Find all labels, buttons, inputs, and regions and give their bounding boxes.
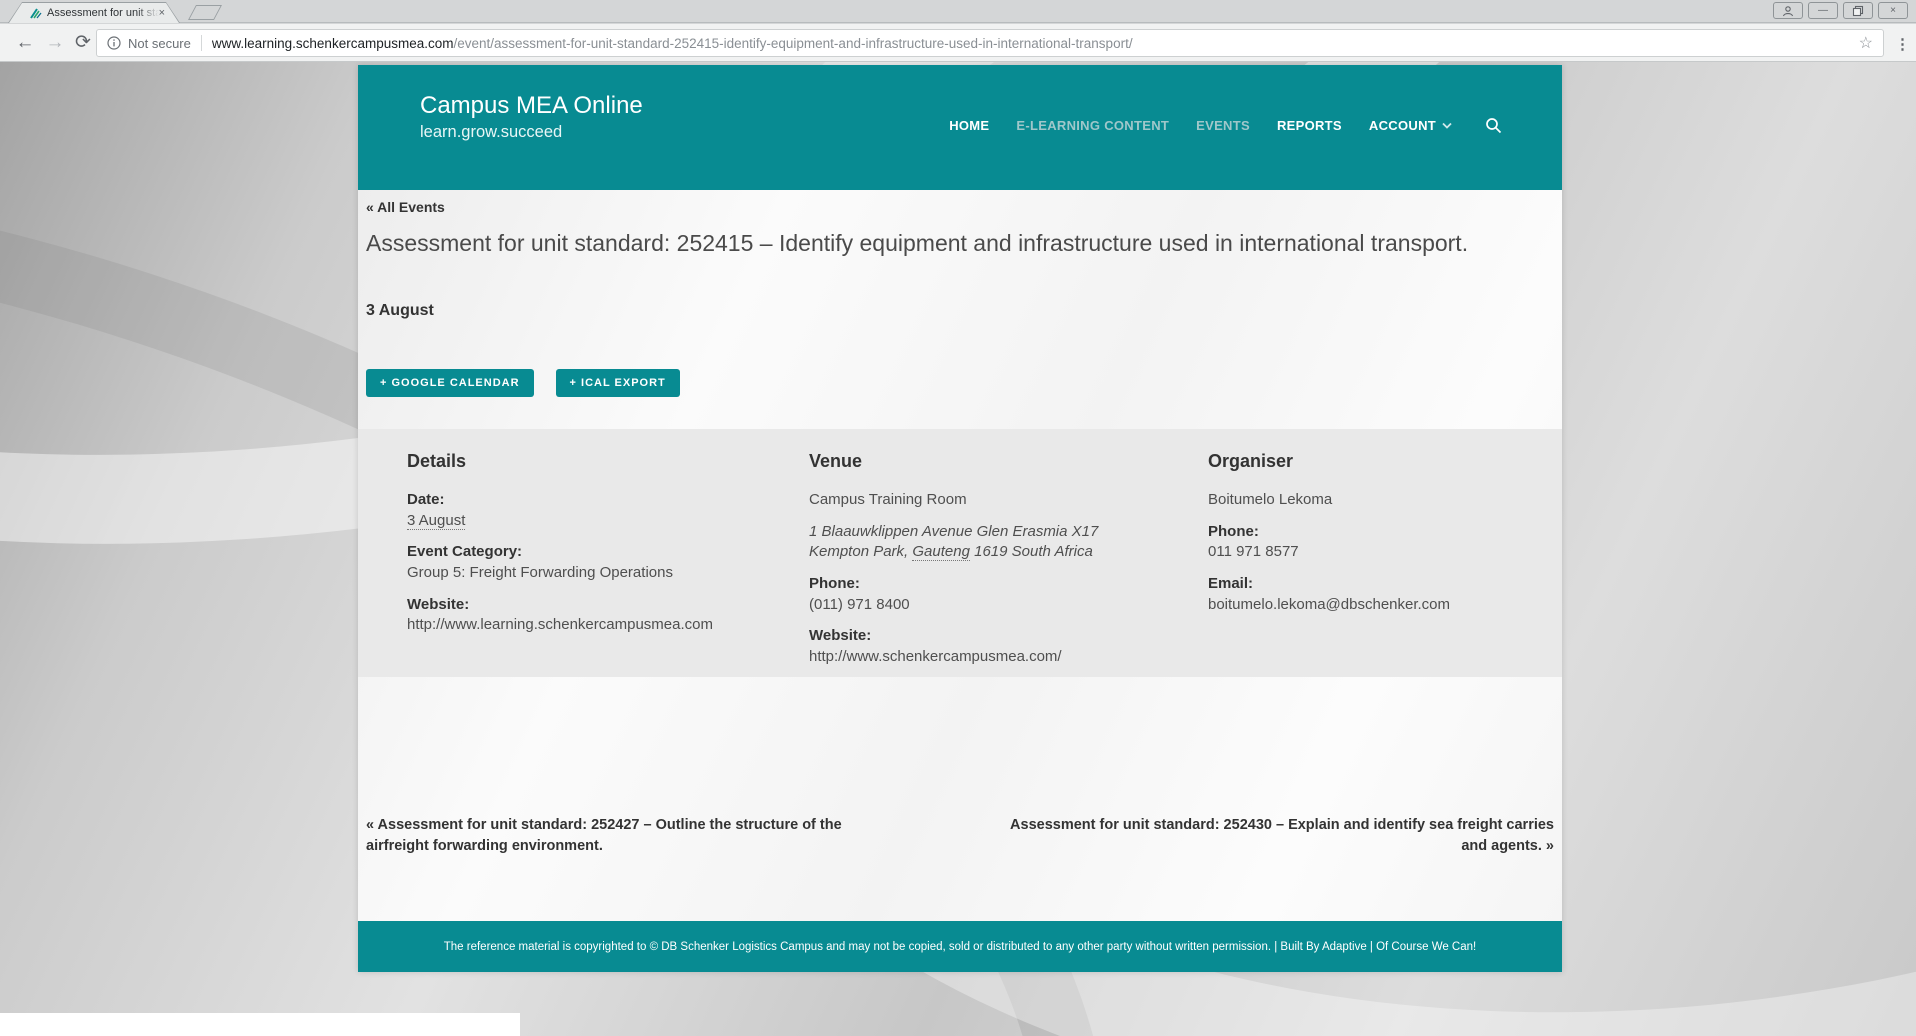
url-path: /event/assessment-for-unit-standard-2524…: [453, 36, 1132, 51]
venue-name: Campus Training Room: [809, 490, 1159, 511]
browser-toolbar: ← → ⟳ Not secure www.learning.schenkerca…: [0, 24, 1916, 62]
favicon-icon: [29, 7, 42, 20]
date-value: 3 August: [407, 512, 465, 530]
url-domain: www.learning.schenkercampusmea.com: [212, 36, 454, 51]
bookmark-star-icon[interactable]: ☆: [1859, 33, 1873, 53]
nav-item-reports[interactable]: REPORTS: [1277, 118, 1342, 133]
minimize-icon[interactable]: —: [1808, 2, 1838, 19]
details-column: Details Date: 3 August Event Category: G…: [407, 449, 757, 647]
forward-icon[interactable]: →: [42, 30, 68, 56]
event-category-value[interactable]: Group 5: Freight Forwarding Operations: [407, 563, 757, 584]
venue-region: Gauteng: [912, 543, 970, 561]
venue-address-line2: Kempton Park, Gauteng 1619 South Africa: [809, 542, 1159, 563]
venue-city: Kempton Park,: [809, 543, 912, 560]
info-icon[interactable]: [107, 36, 121, 50]
site-tagline: learn.grow.succeed: [420, 123, 643, 142]
venue-phone-value: (011) 971 8400: [809, 595, 1159, 616]
organiser-email-link[interactable]: boitumelo.lekoma@dbschenker.com: [1208, 596, 1450, 613]
browser-window: Assessment for unit stand × — ×: [0, 0, 1916, 1036]
restore-icon[interactable]: [1843, 2, 1873, 19]
organiser-heading: Organiser: [1208, 449, 1558, 474]
venue-phone-label: Phone:: [809, 574, 1159, 595]
search-icon[interactable]: [1485, 117, 1502, 134]
venue-website-label: Website:: [809, 626, 1159, 647]
event-date: 3 August: [366, 302, 434, 320]
organiser-column: Organiser Boitumelo Lekoma Phone: 011 97…: [1208, 449, 1558, 626]
venue-address-line1: 1 Blaauwklippen Avenue Glen Erasmia X17: [809, 522, 1159, 543]
main-navigation: HOME E-LEARNING CONTENT EVENTS REPORTS A…: [949, 117, 1502, 134]
organiser-email-label: Email:: [1208, 574, 1558, 595]
url-bar[interactable]: Not secure www.learning.schenkercampusme…: [96, 29, 1884, 57]
organiser-phone-label: Phone:: [1208, 522, 1558, 543]
venue-postal-country: 1619 South Africa: [970, 543, 1093, 560]
details-website-label: Website:: [407, 595, 757, 616]
calendar-buttons: + GOOGLE CALENDAR + ICAL EXPORT: [366, 369, 680, 397]
site-footer: The reference material is copyrighted to…: [358, 921, 1562, 972]
new-tab-button[interactable]: [188, 5, 222, 20]
event-title: Assessment for unit standard: 252415 – I…: [366, 230, 1516, 258]
venue-heading: Venue: [809, 449, 1159, 474]
tab-title: Assessment for unit stand: [47, 7, 159, 19]
back-icon[interactable]: ←: [12, 30, 38, 56]
organiser-name: Boitumelo Lekoma: [1208, 490, 1558, 511]
footer-copyright: The reference material is copyrighted to…: [444, 941, 1476, 953]
nav-item-elearning-content[interactable]: E-LEARNING CONTENT: [1016, 118, 1169, 133]
nav-item-account[interactable]: ACCOUNT: [1369, 118, 1452, 133]
all-events-link[interactable]: « All Events: [366, 199, 445, 215]
profile-icon[interactable]: [1773, 2, 1803, 19]
nav-item-events[interactable]: EVENTS: [1196, 118, 1250, 133]
reload-icon[interactable]: ⟳: [70, 30, 96, 56]
omnibox-divider: [201, 35, 202, 51]
details-website-link[interactable]: http://www.learning.schenkercampusmea.co…: [407, 616, 713, 633]
event-content: « All Events Assessment for unit standar…: [358, 190, 1562, 921]
google-calendar-button[interactable]: + GOOGLE CALENDAR: [366, 369, 534, 397]
nav-item-home[interactable]: HOME: [949, 118, 989, 133]
close-icon[interactable]: ×: [1878, 2, 1908, 19]
page-viewport: Campus MEA Online learn.grow.succeed HOM…: [0, 62, 1916, 1036]
window-controls: — ×: [1773, 2, 1908, 19]
browser-tab[interactable]: Assessment for unit stand ×: [8, 2, 180, 23]
site-header: Campus MEA Online learn.grow.succeed HOM…: [358, 65, 1562, 190]
venue-website-link[interactable]: http://www.schenkercampusmea.com/: [809, 648, 1062, 665]
event-meta-box: Details Date: 3 August Event Category: G…: [358, 429, 1562, 677]
chevron-down-icon: [1442, 122, 1452, 129]
tab-close-icon[interactable]: ×: [159, 8, 165, 19]
tab-strip: Assessment for unit stand × — ×: [0, 0, 1916, 23]
security-label: Not secure: [128, 36, 191, 51]
date-label: Date:: [407, 490, 757, 511]
url-text[interactable]: www.learning.schenkercampusmea.com/event…: [212, 36, 1851, 51]
venue-column: Venue Campus Training Room 1 Blaauwklipp…: [809, 449, 1159, 679]
previous-event-link[interactable]: « Assessment for unit standard: 252427 –…: [366, 815, 896, 857]
bottom-white-block: [0, 1013, 520, 1036]
browser-menu-icon[interactable]: ⋮: [1895, 35, 1910, 53]
event-category-label: Event Category:: [407, 542, 757, 563]
event-pager: « Assessment for unit standard: 252427 –…: [366, 815, 1554, 857]
details-heading: Details: [407, 449, 757, 474]
organiser-phone-value: 011 971 8577: [1208, 542, 1558, 563]
site-title: Campus MEA Online: [420, 92, 643, 120]
next-event-link[interactable]: Assessment for unit standard: 252430 – E…: [1009, 815, 1554, 857]
venue-address: 1 Blaauwklippen Avenue Glen Erasmia X17 …: [809, 522, 1159, 563]
nav-item-account-label: ACCOUNT: [1369, 118, 1436, 133]
site-logo[interactable]: Campus MEA Online learn.grow.succeed: [420, 92, 643, 142]
site-page: Campus MEA Online learn.grow.succeed HOM…: [358, 65, 1562, 972]
ical-export-button[interactable]: + ICAL EXPORT: [556, 369, 680, 397]
